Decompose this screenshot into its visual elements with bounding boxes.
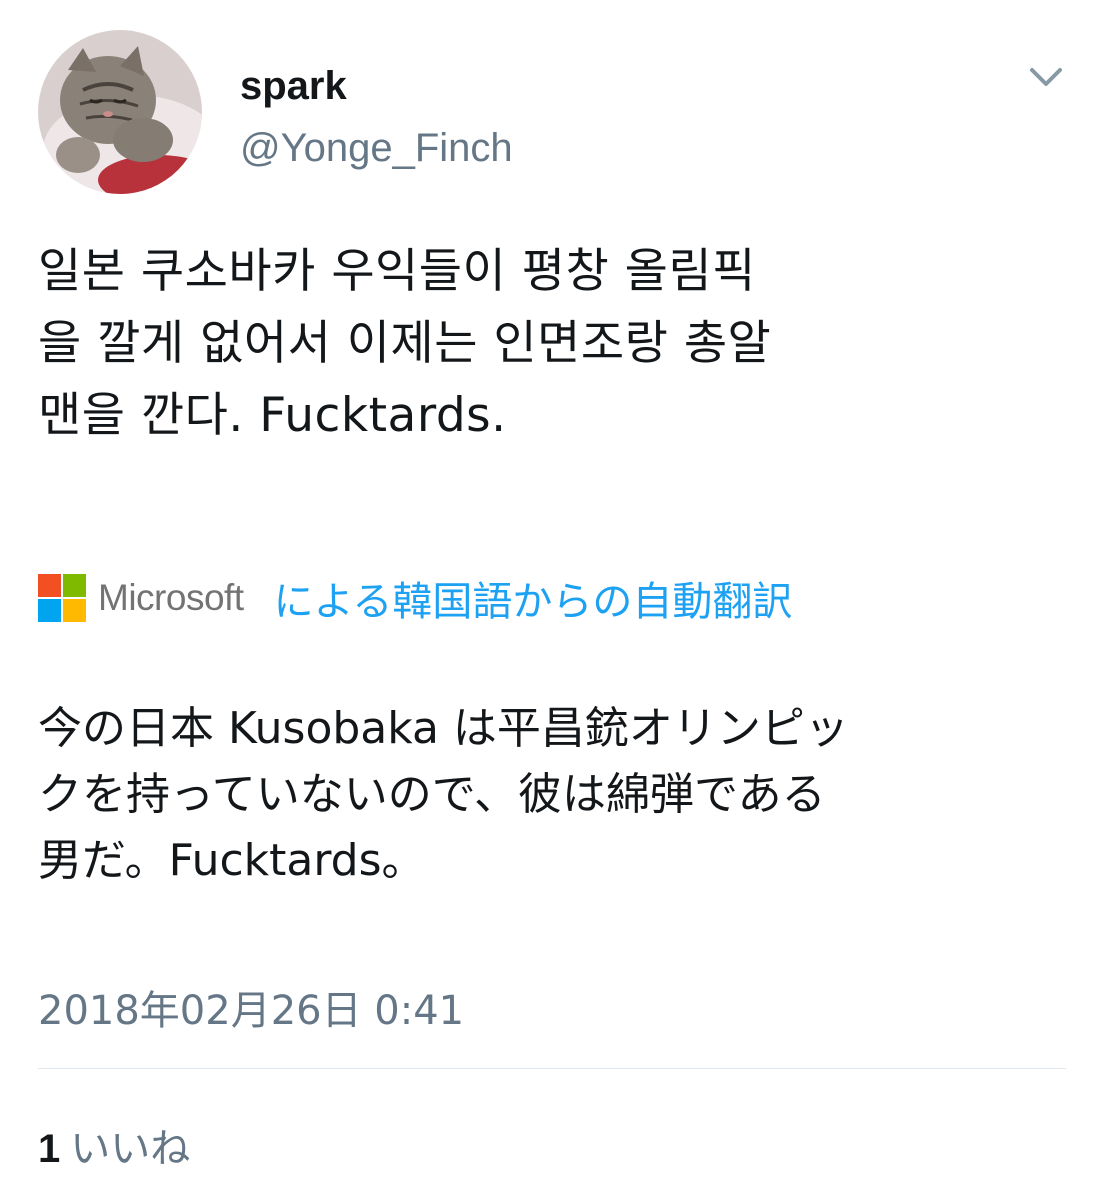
- tweet-text: 일본 쿠소바카 우익들이 평창 올림픽 을 깔게 없어서 이제는 인면조랑 총알…: [38, 244, 772, 443]
- user-handle: @Yonge_Finch: [240, 126, 513, 170]
- chevron-down-icon[interactable]: [1024, 60, 1068, 94]
- translation-attribution: Microsoft による韓国語からの自動翻訳: [38, 568, 792, 628]
- likes-count: 1: [38, 1127, 61, 1171]
- likes-label: いいね: [70, 1126, 191, 1172]
- likes-stat[interactable]: 1 いいね: [38, 1116, 190, 1174]
- translation-provider: Microsoft: [98, 577, 244, 618]
- microsoft-logo-icon: [38, 574, 86, 622]
- user-names: spark @Yonge_Finch: [240, 62, 513, 172]
- avatar[interactable]: [38, 30, 202, 194]
- tweet-header: spark @Yonge_Finch: [38, 30, 1068, 200]
- translation-link[interactable]: による韓国語からの自動翻訳: [274, 569, 793, 627]
- display-name[interactable]: spark: [240, 62, 513, 110]
- avatar-cat-image: [38, 30, 202, 194]
- divider: [38, 1068, 1066, 1069]
- translated-text: 今の日本 Kusobaka は平昌銃オリンピッ クを持っていないので、彼は綿弾で…: [38, 703, 849, 886]
- tweet-detail: spark @Yonge_Finch 일본 쿠소바카 우익들이 평창 올림픽 을…: [0, 0, 1103, 1200]
- tweet-timestamp[interactable]: 2018年02月26日 0:41: [38, 978, 464, 1036]
